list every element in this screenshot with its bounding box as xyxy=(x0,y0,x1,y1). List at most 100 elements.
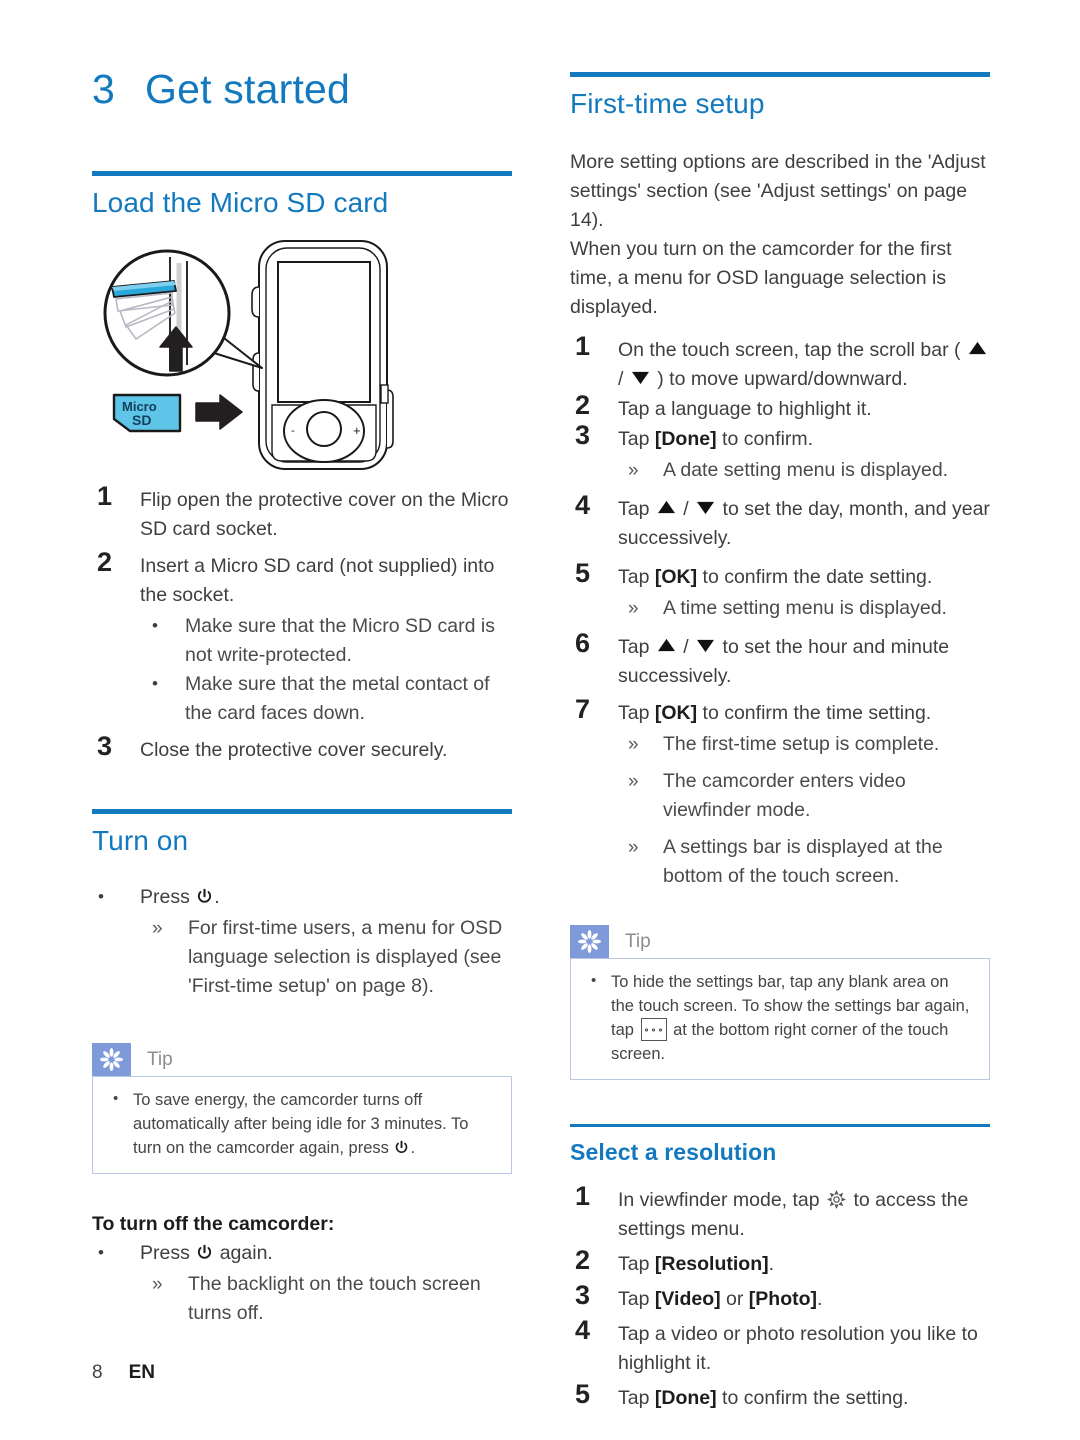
step-text: Tap xyxy=(618,498,655,520)
section-heading-select-resolution: Select a resolution xyxy=(570,1139,777,1165)
button-label-video[interactable]: [Video] xyxy=(655,1288,721,1310)
chapter-title-text: Get started xyxy=(145,66,351,112)
step-text: Tap a video or photo resolution you like… xyxy=(618,1323,978,1374)
step-item: Insert a Micro SD card (not supplied) in… xyxy=(92,548,512,728)
button-label-done[interactable]: [Done] xyxy=(655,1387,717,1409)
sub-item: Make sure that the metal contact of the … xyxy=(140,669,512,728)
step-sep: / xyxy=(618,368,629,390)
step-text: Tap xyxy=(618,1288,650,1310)
step-item: Tap / to set the hour and minute success… xyxy=(570,629,990,691)
section-load-micro-sd: Load the Micro SD card - + Micro SD Flip… xyxy=(92,171,512,765)
triangle-up-icon xyxy=(657,634,676,652)
svg-text:-: - xyxy=(291,425,295,437)
step-text: Tap xyxy=(618,702,655,724)
step-text-end: ) to move upward/downward. xyxy=(651,368,908,390)
button-label-done[interactable]: [Done] xyxy=(655,428,717,450)
settings-bar-icon xyxy=(640,1018,667,1041)
step-results: The first-time setup is complete. The ca… xyxy=(618,730,990,891)
tip-content: To hide the settings bar, tap any blank … xyxy=(570,958,990,1080)
chapter-number: 3 xyxy=(92,66,116,112)
step-item: Tap [OK] to confirm the time setting. Th… xyxy=(570,695,990,891)
tip-suffix: . xyxy=(410,1139,416,1157)
page-title: 3 Get started xyxy=(92,0,512,113)
step-text: Insert a Micro SD card (not supplied) in… xyxy=(140,555,495,606)
result-item: The camcorder enters video viewfinder mo… xyxy=(618,767,990,825)
step-item: Tap [Video] or [Photo]. xyxy=(570,1281,990,1314)
right-column: First-time setup More setting options ar… xyxy=(570,0,990,1414)
section-heading-first-time-setup: First-time setup xyxy=(570,88,765,119)
step-text-end: to confirm. xyxy=(716,428,814,450)
step-item: Tap a video or photo resolution you like… xyxy=(570,1316,990,1378)
result-item: The backlight on the touch screen turns … xyxy=(140,1270,512,1328)
step-text-end: . xyxy=(768,1253,775,1275)
button-label-photo[interactable]: [Photo] xyxy=(749,1288,817,1310)
step-item: Tap [Done] to confirm. A date setting me… xyxy=(570,421,990,485)
step-sep: / xyxy=(677,498,695,520)
step-substeps: Make sure that the Micro SD card is not … xyxy=(140,611,512,728)
triangle-down-icon xyxy=(631,366,650,385)
step-item: Flip open the protective cover on the Mi… xyxy=(92,482,512,544)
section-first-time-setup: First-time setup More setting options ar… xyxy=(570,0,990,1080)
turn-on-results: For first-time users, a menu for OSD lan… xyxy=(140,914,512,1001)
tip-box-settings-bar: Tip To hide the settings bar, tap any bl… xyxy=(570,925,990,1080)
button-label-resolution[interactable]: [Resolution] xyxy=(655,1253,769,1275)
result-item: A date setting menu is displayed. xyxy=(618,456,990,485)
button-label-ok[interactable]: [OK] xyxy=(655,702,697,724)
tip-item: To hide the settings bar, tap any blank … xyxy=(585,969,975,1066)
tip-header: Tip xyxy=(570,925,990,958)
tip-content: To save energy, the camcorder turns off … xyxy=(92,1076,512,1174)
result-item: The first-time setup is complete. xyxy=(618,730,990,759)
camcorder-micro-sd-insert-diagram: - + Micro SD xyxy=(92,235,512,480)
bullet-suffix: again. xyxy=(219,1242,273,1264)
triangle-up-icon xyxy=(968,337,987,355)
power-icon xyxy=(196,885,213,903)
tip-text: To save energy, the camcorder turns off … xyxy=(133,1091,469,1157)
step-text: Tap xyxy=(618,1387,650,1409)
left-column: 3 Get started Load the Micro SD card - +… xyxy=(92,0,512,1328)
tip-asterisk-icon xyxy=(92,1043,131,1076)
step-text-end: to confirm the date setting. xyxy=(697,566,933,588)
step-text-end: to confirm the time setting. xyxy=(697,702,932,724)
tip-box-energy-saving: Tip To save energy, the camcorder turns … xyxy=(92,1043,512,1174)
tip-item: To save energy, the camcorder turns off … xyxy=(107,1087,497,1160)
step-item: Tap [Resolution]. xyxy=(570,1246,990,1279)
step-item: Tap / to set the day, month, and year su… xyxy=(570,491,990,553)
step-text: Tap a language to highlight it. xyxy=(618,398,872,420)
triangle-down-icon xyxy=(696,496,715,515)
power-icon xyxy=(394,1138,409,1153)
result-item: A time setting menu is displayed. xyxy=(618,594,990,623)
step-item: In viewfinder mode, tap to access the se… xyxy=(570,1182,990,1244)
tip-header: Tip xyxy=(92,1043,512,1076)
tip-asterisk-icon xyxy=(570,925,609,958)
manual-page: 3 Get started Load the Micro SD card - +… xyxy=(0,0,1080,1440)
select-resolution-steps: In viewfinder mode, tap to access the se… xyxy=(570,1182,990,1413)
svg-text:+: + xyxy=(353,423,361,438)
bullet-text: Press xyxy=(140,1242,190,1264)
turn-off-heading: To turn off the camcorder: xyxy=(92,1213,335,1235)
step-results: A time setting menu is displayed. xyxy=(618,594,990,623)
language-code: EN xyxy=(128,1362,155,1383)
page-number: 8 xyxy=(92,1362,103,1383)
step-text: Tap xyxy=(618,1253,650,1275)
step-item: Tap [Done] to confirm the setting. xyxy=(570,1380,990,1413)
result-item: For first-time users, a menu for OSD lan… xyxy=(140,914,512,1001)
page-footer: 8 EN xyxy=(92,1362,155,1384)
step-item: Tap a language to highlight it. xyxy=(570,391,990,424)
step-text: In viewfinder mode, tap xyxy=(618,1189,820,1211)
turn-off-block: To turn off the camcorder: Press again. … xyxy=(92,1210,512,1328)
step-text-end: to confirm the setting. xyxy=(722,1387,909,1409)
turn-off-bullets: Press again. The backlight on the touch … xyxy=(92,1238,512,1328)
tip-label: Tip xyxy=(147,1048,173,1070)
step-text: On the touch screen, tap the scroll bar … xyxy=(618,339,966,361)
button-label-ok[interactable]: [OK] xyxy=(655,566,697,588)
section-heading-load-card: Load the Micro SD card xyxy=(92,187,389,218)
step-text: Tap xyxy=(618,566,655,588)
step-sep: / xyxy=(677,636,695,658)
tip-label: Tip xyxy=(625,930,651,952)
first-time-setup-steps: On the touch screen, tap the scroll bar … xyxy=(570,332,990,891)
section-turn-on: Turn on Press . For first-time users, a … xyxy=(92,809,512,1328)
first-time-setup-intro: More setting options are described in th… xyxy=(570,151,986,318)
section-heading-turn-on: Turn on xyxy=(92,825,189,856)
bullet-text: Press xyxy=(140,886,190,908)
step-sep: or xyxy=(726,1288,744,1310)
